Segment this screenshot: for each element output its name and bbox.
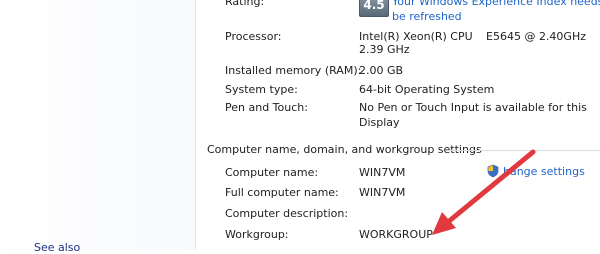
workgroup-label: Workgroup: (225, 228, 289, 241)
system-type-value: 64-bit Operating System (359, 83, 495, 96)
pen-touch-label: Pen and Touch: (225, 101, 308, 114)
system-type-label: System type: (225, 83, 298, 96)
rating-label: Rating: (225, 0, 265, 8)
section-divider (448, 150, 600, 151)
processor-clock-value: 2.39 GHz (359, 43, 410, 56)
see-also-link[interactable]: See also (34, 241, 80, 254)
rating-score: 4.5 (363, 0, 385, 12)
computer-description-label: Computer description: (225, 207, 349, 220)
pen-touch-value-line2: Display (359, 116, 400, 129)
processor-speed-value: E5645 @ 2.40GHz (486, 30, 586, 43)
experience-index-link-line1[interactable]: Your Windows Experience Index needs to (392, 0, 600, 8)
computer-name-label: Computer name: (225, 166, 319, 179)
rating-score-badge: 4.5 (359, 0, 389, 17)
full-computer-name-value: WIN7VM (359, 186, 406, 199)
full-computer-name-label: Full computer name: (225, 186, 339, 199)
pen-touch-value-line1: No Pen or Touch Input is available for t… (359, 101, 587, 114)
computer-name-value: WIN7VM (359, 166, 406, 179)
left-navigation-pane: See also (0, 0, 196, 254)
workgroup-value: WORKGROUP (359, 228, 433, 241)
change-settings-label[interactable]: hange settings (503, 165, 585, 178)
processor-value: Intel(R) Xeon(R) CPU (359, 30, 473, 43)
memory-label: Installed memory (RAM): (225, 64, 362, 77)
memory-value: 2.00 GB (359, 64, 404, 77)
computer-name-section-title: Computer name, domain, and workgroup set… (207, 143, 482, 156)
change-settings-link[interactable]: hange settings (486, 164, 585, 178)
uac-shield-icon (486, 164, 500, 178)
experience-index-link-line2[interactable]: be refreshed (392, 10, 462, 23)
processor-label: Processor: (225, 30, 282, 43)
